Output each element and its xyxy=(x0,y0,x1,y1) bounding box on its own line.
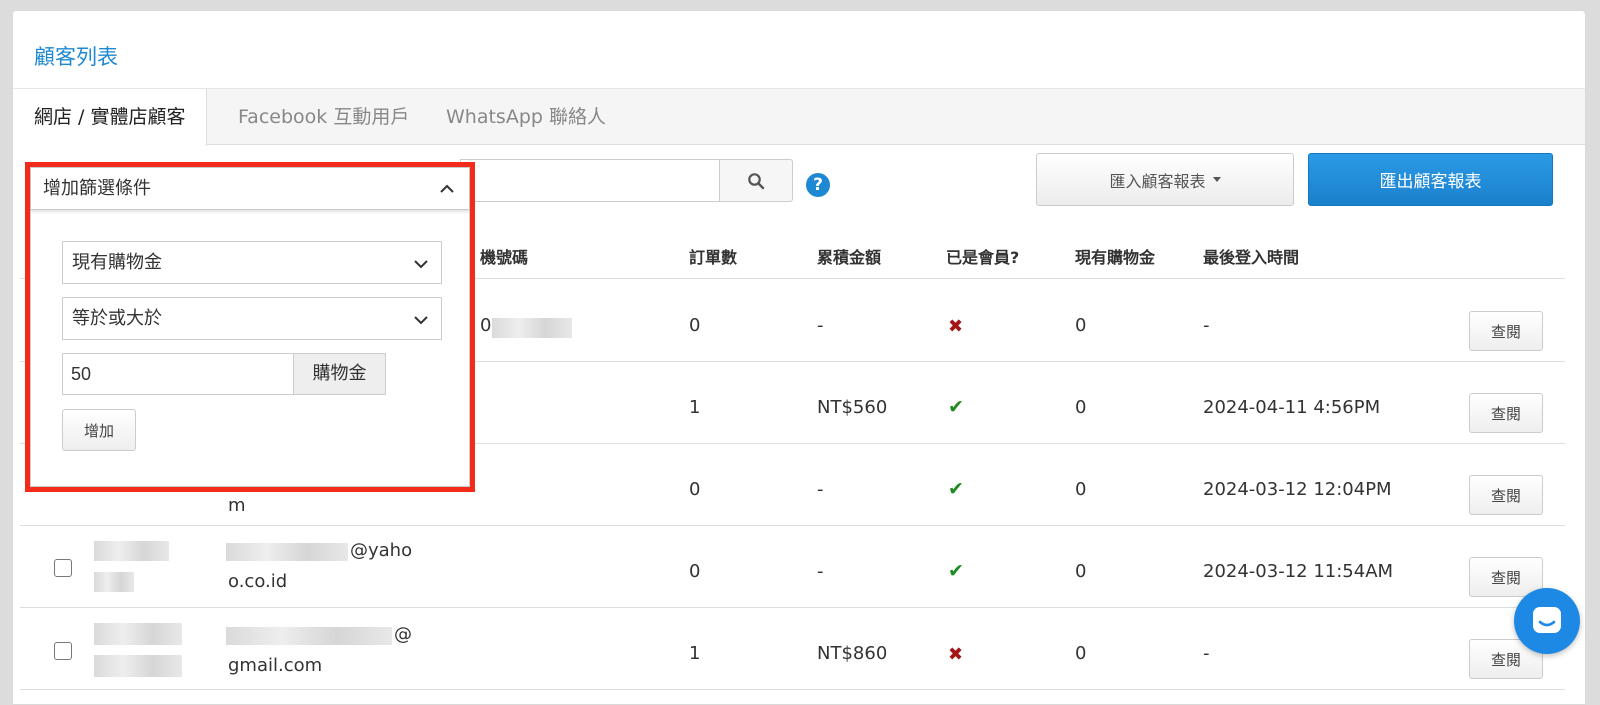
credit-cell: 0 xyxy=(1075,479,1087,500)
credit-cell: 0 xyxy=(1075,315,1087,336)
chat-launcher[interactable] xyxy=(1514,588,1580,654)
cross-icon: ✖ xyxy=(948,316,964,337)
search-input[interactable] xyxy=(460,159,720,202)
redacted-phone xyxy=(492,318,572,338)
tab-facebook-users[interactable]: Facebook 互動用戶 xyxy=(217,89,430,145)
email-cell: gmail.com xyxy=(228,655,323,676)
email-cell: @yaho xyxy=(350,540,413,561)
email-cell: o.co.id xyxy=(228,571,288,592)
last-login-cell: - xyxy=(1203,643,1210,664)
column-header-credit: 現有購物金 xyxy=(1075,248,1156,267)
total-cell: NT$860 xyxy=(817,643,888,664)
chevron-down-icon xyxy=(414,260,428,269)
caret-down-icon xyxy=(1212,177,1221,182)
column-header-member: 已是會員? xyxy=(946,248,1020,267)
row-checkbox[interactable] xyxy=(54,559,72,577)
table-row: @yaho o.co.id 0 - ✔ 0 2024-03-12 11:54AM… xyxy=(20,526,1565,608)
last-login-cell: 2024-04-11 4:56PM xyxy=(1203,397,1381,418)
search-button[interactable] xyxy=(719,159,793,202)
chevron-down-icon xyxy=(414,316,428,325)
column-header-total: 累積金額 xyxy=(817,248,882,267)
redacted-name xyxy=(94,572,134,592)
filter-operator-select[interactable]: 等於或大於 xyxy=(62,297,442,340)
view-button[interactable]: 查閱 xyxy=(1469,475,1543,515)
redacted-email xyxy=(226,543,348,561)
column-header-phone: 機號碼 xyxy=(480,248,529,267)
filter-operator-value: 等於或大於 xyxy=(72,308,162,329)
import-report-label: 匯入顧客報表 xyxy=(1109,171,1206,191)
check-icon: ✔ xyxy=(948,396,964,418)
credit-cell: 0 xyxy=(1075,561,1087,582)
row-checkbox[interactable] xyxy=(54,642,72,660)
filter-amount-input[interactable] xyxy=(62,353,294,395)
orders-cell: 1 xyxy=(689,397,701,418)
import-report-button[interactable]: 匯入顧客報表 xyxy=(1036,153,1294,206)
chat-icon xyxy=(1533,607,1561,633)
total-cell: - xyxy=(817,479,824,500)
page-title: 顧客列表 xyxy=(34,45,118,69)
tab-whatsapp-contacts[interactable]: WhatsApp 聯絡人 xyxy=(425,89,627,145)
orders-cell: 0 xyxy=(689,315,701,336)
filter-amount-addon: 購物金 xyxy=(293,353,386,395)
credit-cell: 0 xyxy=(1075,643,1087,664)
tab-store-customers[interactable]: 網店 / 實體店顧客 xyxy=(13,89,208,146)
add-filter-toggle[interactable]: 增加篩選條件 xyxy=(31,168,469,210)
redacted-name xyxy=(94,541,169,561)
total-cell: - xyxy=(817,561,824,582)
check-icon: ✔ xyxy=(948,478,964,500)
orders-cell: 0 xyxy=(689,479,701,500)
redacted-email xyxy=(226,627,392,645)
add-filter-label: 增加篩選條件 xyxy=(43,178,151,199)
credit-cell: 0 xyxy=(1075,397,1087,418)
table-row: @ gmail.com 1 NT$860 ✖ 0 - 查閱 xyxy=(20,608,1565,690)
phone-cell: 0 xyxy=(480,315,492,336)
redacted-name xyxy=(94,623,182,645)
redacted-name xyxy=(94,655,182,677)
filter-dropdown: 增加篩選條件 現有購物金 等於或大於 購物金 增加 xyxy=(30,167,470,487)
column-header-last-login: 最後登入時間 xyxy=(1203,248,1300,267)
cross-icon: ✖ xyxy=(948,644,964,665)
orders-cell: 1 xyxy=(689,643,701,664)
tab-bar: 網店 / 實體店顧客 Facebook 互動用戶 WhatsApp 聯絡人 xyxy=(13,89,1585,146)
email-cell: m xyxy=(228,495,246,516)
view-button[interactable]: 查閱 xyxy=(1469,311,1543,351)
check-icon: ✔ xyxy=(948,560,964,582)
export-report-button[interactable]: 匯出顧客報表 xyxy=(1308,153,1553,206)
search-icon xyxy=(748,172,765,189)
orders-cell: 0 xyxy=(689,561,701,582)
column-header-orders: 訂單數 xyxy=(689,248,738,267)
total-cell: - xyxy=(817,315,824,336)
chevron-up-icon xyxy=(440,184,454,193)
email-cell: @ xyxy=(394,624,412,645)
add-filter-button[interactable]: 增加 xyxy=(62,409,136,451)
last-login-cell: 2024-03-12 11:54AM xyxy=(1203,561,1394,582)
filter-field-select[interactable]: 現有購物金 xyxy=(62,241,442,284)
last-login-cell: 2024-03-12 12:04PM xyxy=(1203,479,1392,500)
help-icon[interactable]: ? xyxy=(806,173,830,197)
last-login-cell: - xyxy=(1203,315,1210,336)
filter-field-value: 現有購物金 xyxy=(72,252,162,273)
total-cell: NT$560 xyxy=(817,397,888,418)
view-button[interactable]: 查閱 xyxy=(1469,393,1543,433)
